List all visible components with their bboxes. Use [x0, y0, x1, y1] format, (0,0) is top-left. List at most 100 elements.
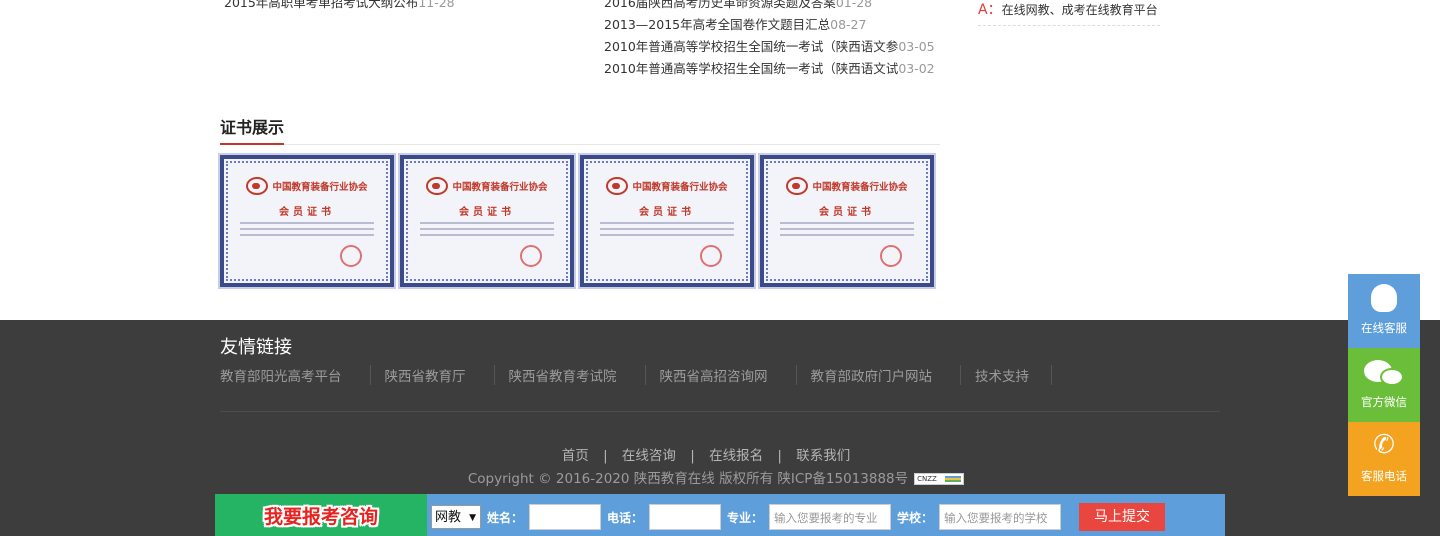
consult-banner: 我要报考咨询: [215, 494, 427, 536]
page: 2015年高职单考单招考试大纲公布11-28 2016届陕西高考历史革命资源类题…: [0, 0, 1440, 536]
footer-link-home[interactable]: 首页: [562, 448, 589, 464]
consult-banner-text: 我要报考咨询: [263, 505, 378, 528]
phone-button[interactable]: ✆ 客服电话: [1348, 422, 1420, 496]
certificate-text-line: [600, 222, 734, 224]
seal-stamp-icon: [700, 245, 722, 267]
certificate-text-line: [420, 228, 554, 230]
school-input[interactable]: 输入您要报考的学校: [939, 504, 1062, 530]
wechat-button[interactable]: 官方微信: [1348, 348, 1420, 422]
friend-link[interactable]: 陕西省高招咨询网: [660, 365, 797, 385]
submit-button[interactable]: 马上提交: [1079, 503, 1166, 531]
news-title[interactable]: 2010年普通高等学校招生全国统一考试（陕西语文试: [604, 61, 898, 76]
faq-answer-text[interactable]: 在线网教、成考在线教育平台: [1002, 3, 1158, 17]
certificate-org: 中国教育装备行业协会: [272, 182, 368, 193]
section-header: 证书展示: [220, 115, 940, 145]
copyright: Copyright © 2016-2020 陕西教育在线 版权所有 陕ICP备1…: [0, 467, 1432, 487]
certificate-image[interactable]: 中国教育装备行业协会 会员证书: [218, 153, 396, 289]
footer-nav: 首页 | 在线咨询 | 在线报名 | 联系我们: [0, 444, 1412, 464]
friend-links-title: 友情链接: [220, 337, 292, 358]
news-list-left: 2015年高职单考单招考试大纲公布11-28: [224, 0, 584, 14]
study-type-select[interactable]: 网教 ▼: [431, 505, 481, 529]
certificate-section: 证书展示 中国教育装备行业协会 会员证书 中国教育装备行业协会 会员证书 中国教…: [218, 115, 940, 289]
phone-input[interactable]: [649, 504, 722, 530]
certificate-text-line: [780, 234, 914, 236]
seal-stamp-icon: [520, 245, 542, 267]
certificate-org: 中国教育装备行业协会: [812, 182, 908, 193]
phone-label-text: 客服电话: [1361, 469, 1407, 483]
divider: [220, 411, 1220, 412]
certificate-text-line: [240, 228, 374, 230]
faq-answer-prefix: A：: [978, 2, 1002, 18]
news-list-middle: 2016届陕西高考历史革命资源类题及答案01-28 2013—2015年高考全国…: [604, 0, 944, 80]
footer-link-contact[interactable]: 联系我们: [796, 448, 850, 464]
certificate-name: 会员证书: [279, 207, 335, 218]
news-date: 08-27: [830, 17, 867, 32]
phone-label: 电话：: [607, 510, 644, 525]
news-date: 01-28: [835, 0, 873, 10]
wechat-icon-bubble: [1380, 368, 1404, 386]
footer-link-consult[interactable]: 在线咨询: [622, 448, 676, 464]
major-input[interactable]: 输入您要报考的专业: [769, 504, 892, 530]
friend-link[interactable]: 陕西省教育厅: [385, 365, 495, 385]
news-title[interactable]: 2016届陕西高考历史革命资源类题及答案: [604, 0, 836, 10]
news-date: 11-28: [418, 0, 455, 10]
news-item[interactable]: 2016届陕西高考历史革命资源类题及答案01-28: [604, 0, 944, 14]
school-label: 学校：: [897, 510, 934, 525]
news-title[interactable]: 2015年高职单考单招考试大纲公布: [224, 0, 418, 10]
friend-link[interactable]: 陕西省教育考试院: [509, 365, 646, 385]
certificate-text-line: [600, 228, 734, 230]
friend-link[interactable]: 教育部政府门户网站: [811, 365, 961, 385]
friend-links: 教育部阳光高考平台 陕西省教育厅 陕西省教育考试院 陕西省高招咨询网 教育部政府…: [220, 365, 1066, 385]
certificate-org: 中国教育装备行业协会: [452, 182, 548, 193]
certificate-gallery: 中国教育装备行业协会 会员证书 中国教育装备行业协会 会员证书 中国教育装备行业…: [218, 153, 940, 289]
consult-form: 网教 ▼ 姓名： 电话： 专业： 输入您要报考的专业 学校： 输入您要报考的学校…: [431, 503, 1166, 531]
online-service-button[interactable]: 在线客服: [1348, 274, 1420, 348]
ceeia-logo-icon: [246, 177, 269, 195]
faq-item[interactable]: A：在线网教、成考在线教育平台: [978, 0, 1160, 26]
nav-separator: |: [777, 448, 782, 464]
news-date: 03-05: [898, 39, 935, 54]
side-float-bar: 在线客服 官方微信 ✆ 客服电话: [1348, 274, 1420, 496]
certificate-name: 会员证书: [639, 207, 695, 218]
name-label: 姓名：: [487, 510, 524, 525]
news-title[interactable]: 2013—2015年高考全国卷作文题目汇总: [604, 17, 830, 32]
certificate-image[interactable]: 中国教育装备行业协会 会员证书: [578, 153, 756, 289]
wechat-label: 官方微信: [1361, 395, 1407, 409]
news-item[interactable]: 2010年普通高等学校招生全国统一考试（陕西语文试03-02: [604, 58, 944, 80]
section-title: 证书展示: [220, 115, 285, 145]
nav-separator: |: [690, 448, 695, 464]
friend-link[interactable]: 教育部阳光高考平台: [220, 365, 371, 385]
nav-separator: |: [603, 448, 608, 464]
major-label: 专业：: [727, 510, 764, 525]
certificate-org: 中国教育装备行业协会: [632, 182, 728, 193]
certificate-header: 中国教育装备行业协会: [410, 177, 564, 195]
qq-icon: [1371, 284, 1397, 312]
consult-bar: 我要报考咨询 网教 ▼ 姓名： 电话： 专业： 输入您要报考的专业 学校： 输入…: [215, 494, 1225, 536]
ceeia-logo-icon: [786, 177, 809, 195]
news-date: 03-02: [898, 61, 935, 76]
news-item[interactable]: 2015年高职单考单招考试大纲公布11-28: [224, 0, 584, 14]
name-input[interactable]: [529, 504, 602, 530]
certificate-image[interactable]: 中国教育装备行业协会 会员证书: [398, 153, 576, 289]
certificate-name: 会员证书: [819, 207, 875, 218]
seal-stamp-icon: [880, 245, 902, 267]
cnzz-badge[interactable]: CNZZ: [914, 473, 965, 485]
phone-icon: ✆: [1373, 430, 1395, 460]
news-item[interactable]: 2013—2015年高考全国卷作文题目汇总08-27: [604, 14, 944, 36]
footer-link-register[interactable]: 在线报名: [709, 448, 763, 464]
copyright-text: Copyright © 2016-2020 陕西教育在线 版权所有 陕ICP备1…: [467, 471, 909, 487]
study-type-value: 网教: [435, 510, 462, 525]
certificate-header: 中国教育装备行业协会: [770, 177, 924, 195]
news-item[interactable]: 2010年普通高等学校招生全国统一考试（陕西语文参03-05: [604, 36, 944, 58]
certificate-image[interactable]: 中国教育装备行业协会 会员证书: [758, 153, 936, 289]
ceeia-logo-icon: [606, 177, 629, 195]
friend-link[interactable]: 技术支持: [975, 365, 1052, 385]
certificate-text-line: [780, 222, 914, 224]
chevron-down-icon: ▼: [469, 513, 476, 523]
online-service-label: 在线客服: [1361, 321, 1407, 335]
seal-stamp-icon: [340, 245, 362, 267]
certificate-text-line: [420, 234, 554, 236]
certificate-text-line: [420, 222, 554, 224]
certificate-header: 中国教育装备行业协会: [230, 177, 384, 195]
news-title[interactable]: 2010年普通高等学校招生全国统一考试（陕西语文参: [604, 39, 898, 54]
